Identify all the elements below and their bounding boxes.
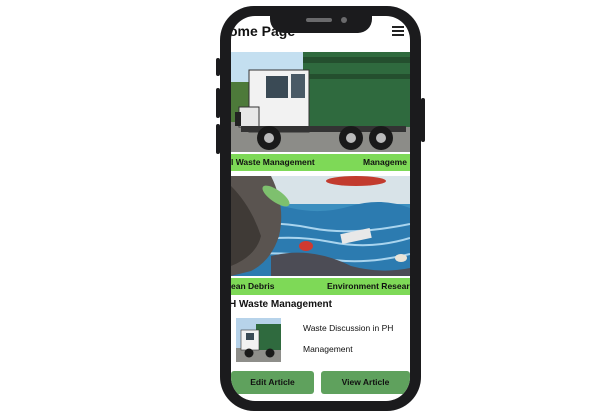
volume-up-button [216, 88, 220, 118]
article-summary[interactable]: Waste Discussion in PH Management [303, 318, 407, 360]
caption-label: l Waste Management [231, 157, 315, 167]
article-thumbnail[interactable] [236, 318, 281, 362]
caption-label: ean Debris [231, 281, 275, 291]
caption-label: Environment Research [327, 281, 410, 291]
volume-down-button [216, 124, 220, 154]
front-camera [341, 17, 347, 23]
carousel-image-ocean-debris[interactable] [231, 176, 410, 276]
caption-label: Manageme [363, 157, 407, 167]
speaker-grille [306, 18, 332, 22]
carousel-image-garbage-truck[interactable] [231, 52, 410, 152]
carousel-caption-2: ean Debris Environment Research [231, 278, 410, 295]
edit-article-button[interactable]: Edit Article [231, 371, 314, 394]
volume-mute-button [216, 58, 220, 76]
hamburger-menu-icon[interactable] [392, 26, 404, 36]
phone-screen: ome Page l Waste Management Manageme ean… [231, 16, 410, 401]
section-title: H Waste Management [231, 299, 332, 310]
power-button [421, 98, 425, 142]
view-article-button[interactable]: View Article [321, 371, 410, 394]
carousel-caption-1: l Waste Management Manageme [231, 154, 410, 171]
